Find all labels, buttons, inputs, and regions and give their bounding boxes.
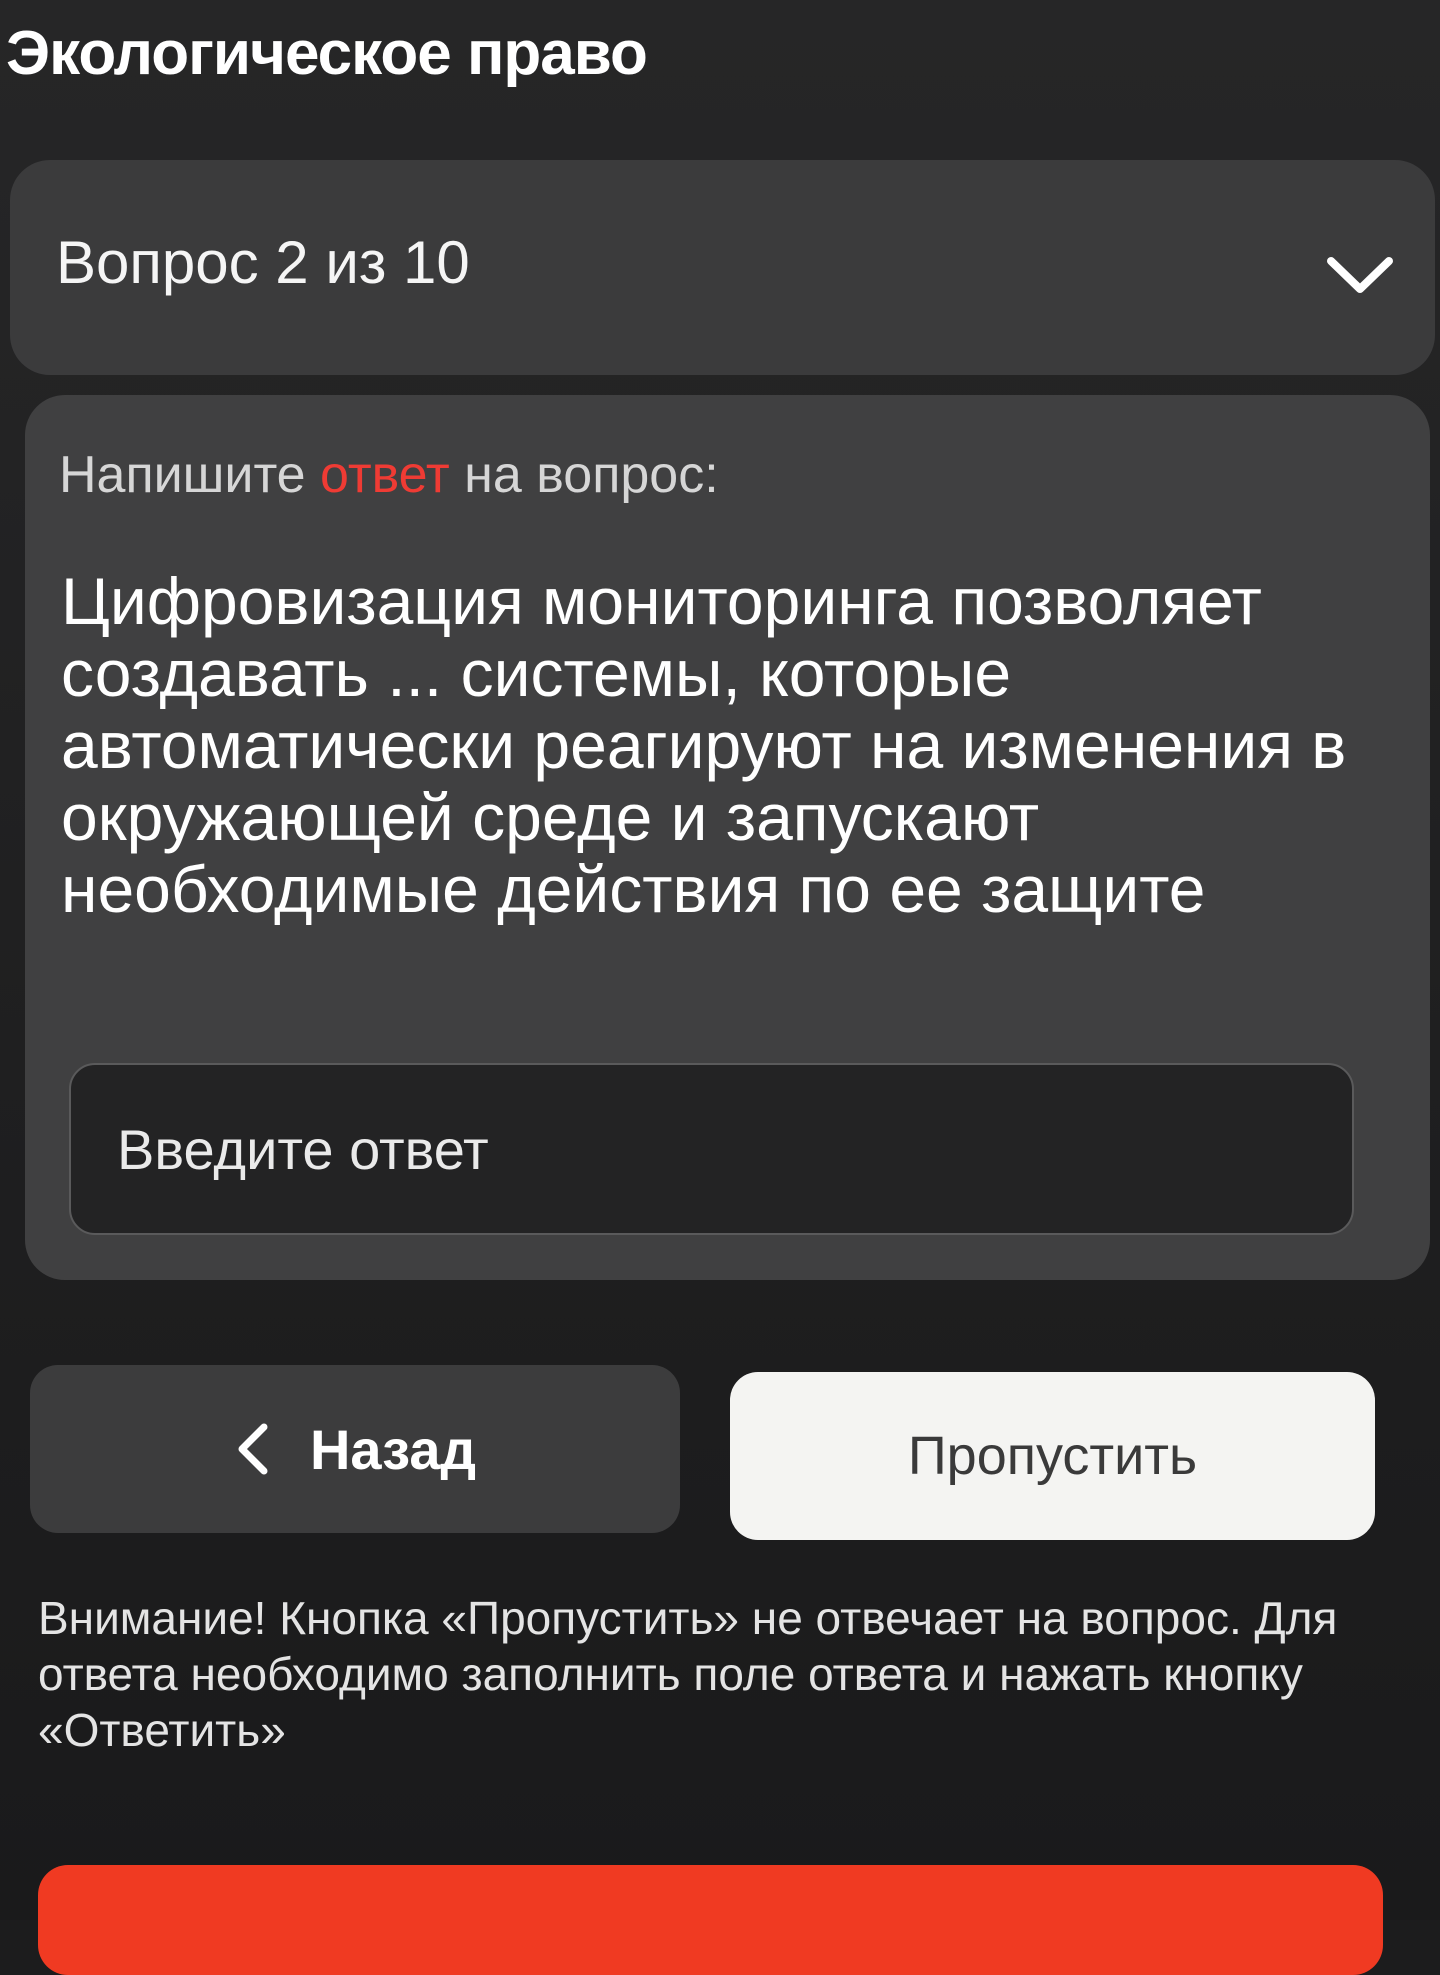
- answer-input[interactable]: [69, 1063, 1354, 1235]
- question-selector-dropdown[interactable]: Вопрос 2 из 10: [10, 160, 1435, 375]
- question-text: Цифровизация мониторинга позволяет созда…: [61, 564, 1347, 926]
- chevron-down-icon: [1327, 257, 1393, 293]
- question-card: Напишите ответ на вопрос: Цифровизация м…: [25, 395, 1430, 1280]
- answer-button[interactable]: [38, 1865, 1383, 1975]
- skip-button[interactable]: Пропустить: [730, 1372, 1375, 1540]
- skip-button-label: Пропустить: [907, 1426, 1198, 1486]
- back-button-label: Назад: [309, 1417, 477, 1481]
- instruction-prefix: Напишите: [59, 446, 321, 504]
- instruction-text: Напишите ответ на вопрос:: [59, 445, 719, 505]
- back-button[interactable]: Назад: [30, 1365, 680, 1533]
- question-counter: Вопрос 2 из 10: [56, 229, 470, 296]
- chevron-left-icon: [238, 1423, 268, 1475]
- instruction-accent: ответ: [320, 446, 450, 504]
- instruction-suffix: на вопрос:: [449, 446, 719, 504]
- quiz-page: Экологическое право Вопрос 2 из 10 Напиш…: [0, 0, 1440, 1975]
- warning-note: Внимание! Кнопка «Пропустить» не отвечае…: [38, 1592, 1338, 1756]
- page-title: Экологическое право: [6, 19, 648, 88]
